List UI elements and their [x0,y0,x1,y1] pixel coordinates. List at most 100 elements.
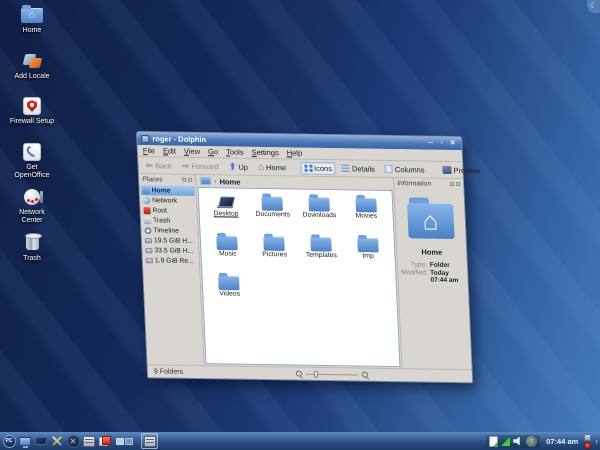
system-tools-button[interactable] [50,434,64,448]
file-item-downloads[interactable]: Downloads [295,197,343,226]
close-icon[interactable]: ✕ [448,139,457,148]
file-item-movies[interactable]: Movies [342,197,390,226]
home-button[interactable]: ⌂ Home [254,160,291,174]
preview-icon [442,165,452,174]
window-app-icon [141,134,150,143]
desktop-icon-trash[interactable]: Trash [8,233,56,279]
breadcrumb-separator: › [214,177,217,185]
packages-icon [99,436,111,446]
back-button[interactable]: ⬅ Back [141,159,176,173]
desktop-icon-get-openoffice[interactable]: Get OpenOffice [8,142,56,188]
panel-expander-icon[interactable]: › [595,437,598,446]
breadcrumb-current[interactable]: Home [219,177,240,186]
panel-float-icon[interactable] [182,177,187,182]
openoffice-icon [21,142,43,162]
shutdown-icon[interactable] [584,441,592,449]
information-panel-title: Information [396,179,432,188]
desktop-icon-firewall-setup[interactable]: Firewall Setup [8,96,56,142]
desktop-icon-home[interactable]: ⌂ Home [8,4,56,51]
up-button[interactable]: ⬆ Up [225,160,253,173]
taskbar: PC ✕ ↑ 07:44 am › [0,432,600,450]
icons-view-button[interactable]: Icons [299,161,337,175]
folder-icon [216,235,239,251]
panel-close-icon[interactable] [188,177,193,182]
window-title: roger - Dolphin [152,134,207,145]
up-arrow-icon: ⬆ [228,160,237,172]
file-item-desktop[interactable]: Desktop [202,195,250,224]
breadcrumb-folder-icon[interactable] [200,177,212,186]
file-item-videos[interactable]: Videos [205,275,253,304]
file-item-pictures[interactable]: Pictures [250,236,298,265]
info-modified-label: Modified: [401,269,428,277]
menu-edit[interactable]: Edit [163,146,176,155]
zoom-slider-handle[interactable] [313,370,319,378]
config-tools-icon: ✕ [66,434,80,448]
file-item-tmp[interactable]: tmp [344,237,392,266]
forward-button[interactable]: ➡ Forward [177,159,223,173]
places-panel: Places Home Network Root Trash Timeline … [138,174,205,366]
trash-icon [21,233,43,253]
network-signal-icon[interactable] [501,436,511,446]
menu-tools[interactable]: Tools [226,147,244,156]
updates-icon[interactable]: ↑ [526,435,538,447]
network-icon [142,196,151,204]
menu-go[interactable]: Go [208,147,218,156]
launcher-menu-button[interactable]: PC [2,434,16,448]
preview-button[interactable]: Preview [438,163,484,177]
file-view[interactable]: Desktop Documents Downloads Movies Music… [197,186,401,368]
control-center-button[interactable]: ✕ [66,434,80,448]
zoom-in-icon[interactable] [361,371,369,378]
session-buttons [584,433,592,449]
timeline-clock-icon [144,226,152,234]
columns-view-button[interactable]: Columns [381,162,429,176]
clock[interactable]: 07:44 am [546,437,578,446]
details-view-icon [341,164,351,173]
task-button-dolphin[interactable] [141,433,158,449]
volume-icon[interactable] [513,436,520,446]
trash-icon [143,216,152,224]
clipboard-icon[interactable] [489,435,499,447]
desktop-icon-add-locale[interactable]: Add Locale [8,51,56,97]
menu-settings[interactable]: Settings [251,148,279,157]
desktop-icon-column: ⌂ Home Add Locale Firewall Setup Get Ope… [8,4,56,279]
places-item-disk-3[interactable]: 1.9 GiB Re... [144,255,198,266]
home-folder-icon: ⌂ [21,4,43,25]
file-manager-button[interactable] [82,434,96,448]
virtual-desktop-pager[interactable] [116,437,133,445]
file-item-music[interactable]: Music [204,235,252,264]
display-icon [34,437,48,445]
desktop-2-cell[interactable] [125,437,133,445]
minimize-icon[interactable]: ─ [426,139,435,148]
desktop-1-cell[interactable] [116,437,124,445]
menu-file[interactable]: File [143,146,156,155]
file-item-templates[interactable]: Templates [297,237,345,266]
desktop-icon-label: Get OpenOffice [14,163,50,179]
folder-icon [263,236,285,251]
desktop-icon-network-center[interactable]: Network Center [8,187,56,233]
show-desktop-button[interactable] [34,434,48,448]
menu-help[interactable]: Help [287,148,303,157]
menu-view[interactable]: View [184,147,201,156]
toolbar-overflow-icon[interactable]: » [486,166,491,175]
zoom-slider[interactable] [305,370,358,378]
panel-float-icon[interactable] [450,181,455,187]
folder-icon [310,237,332,252]
network-globe-icon [21,187,43,207]
root-folder-icon [143,206,151,214]
details-view-button[interactable]: Details [338,162,380,176]
info-type-value: Folder [429,261,450,269]
panel-close-icon[interactable] [456,182,461,187]
icons-view-icon [304,164,312,172]
monitor-icon [19,436,31,448]
package-manager-button[interactable] [98,434,112,448]
maximize-icon[interactable]: ▫ [437,139,446,148]
launcher-desktop-settings[interactable] [18,434,32,448]
folder-icon [355,197,377,213]
zoom-out-icon[interactable] [295,370,303,377]
plasma-toolbox-icon[interactable]: ☾ [587,0,600,13]
lock-screen-icon[interactable] [584,433,592,441]
back-arrow-icon: ⬅ [145,159,154,170]
hard-disk-icon [144,237,153,243]
file-item-documents[interactable]: Documents [249,196,297,225]
desktop-icon-label: Trash [23,254,41,262]
